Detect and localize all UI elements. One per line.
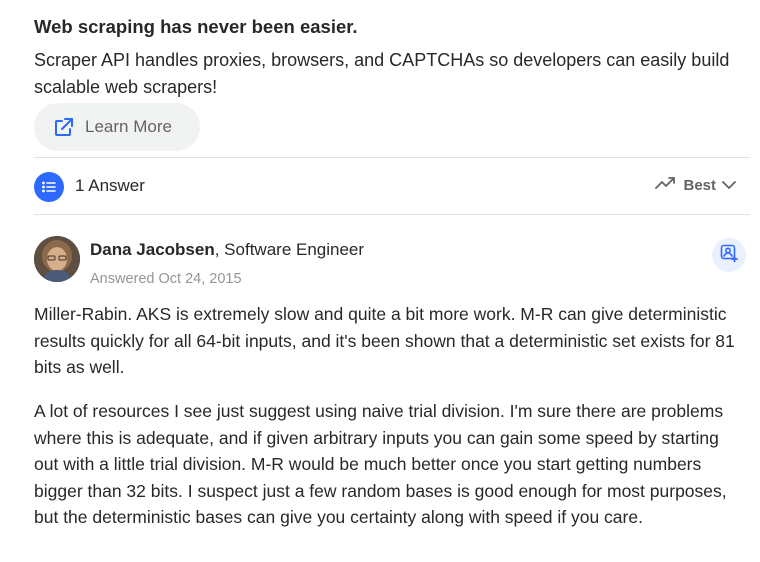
answers-list-icon: [34, 172, 64, 202]
ad-description: Scraper API handles proxies, browsers, a…: [34, 50, 730, 97]
sort-dropdown[interactable]: Best: [655, 175, 736, 196]
divider: [34, 157, 750, 158]
author-name[interactable]: Dana Jacobsen: [90, 240, 215, 259]
chevron-down-icon: [722, 177, 736, 195]
external-link-icon: [52, 115, 76, 139]
add-person-icon: [719, 243, 739, 268]
sort-label: Best: [683, 177, 716, 194]
author-line: Dana Jacobsen, Software Engineer: [90, 240, 364, 260]
answer-count: 1 Answer: [75, 176, 145, 195]
learn-more-label: Learn More: [85, 117, 172, 136]
answer-paragraph: Miller-Rabin. AKS is extremely slow and …: [34, 304, 735, 377]
divider: [34, 214, 750, 215]
author-credential: , Software Engineer: [214, 240, 365, 259]
avatar[interactable]: [34, 236, 80, 282]
answers-header: 1 Answer Best: [34, 172, 750, 202]
learn-more-button[interactable]: Learn More: [34, 103, 200, 151]
answer-paragraph: A lot of resources I see just suggest us…: [34, 401, 727, 527]
ad-title: Web scraping has never been easier.: [34, 16, 358, 37]
answered-date[interactable]: Answered Oct 24, 2015: [90, 271, 242, 287]
trending-up-icon: [655, 175, 677, 196]
follow-author-button[interactable]: [712, 238, 746, 272]
